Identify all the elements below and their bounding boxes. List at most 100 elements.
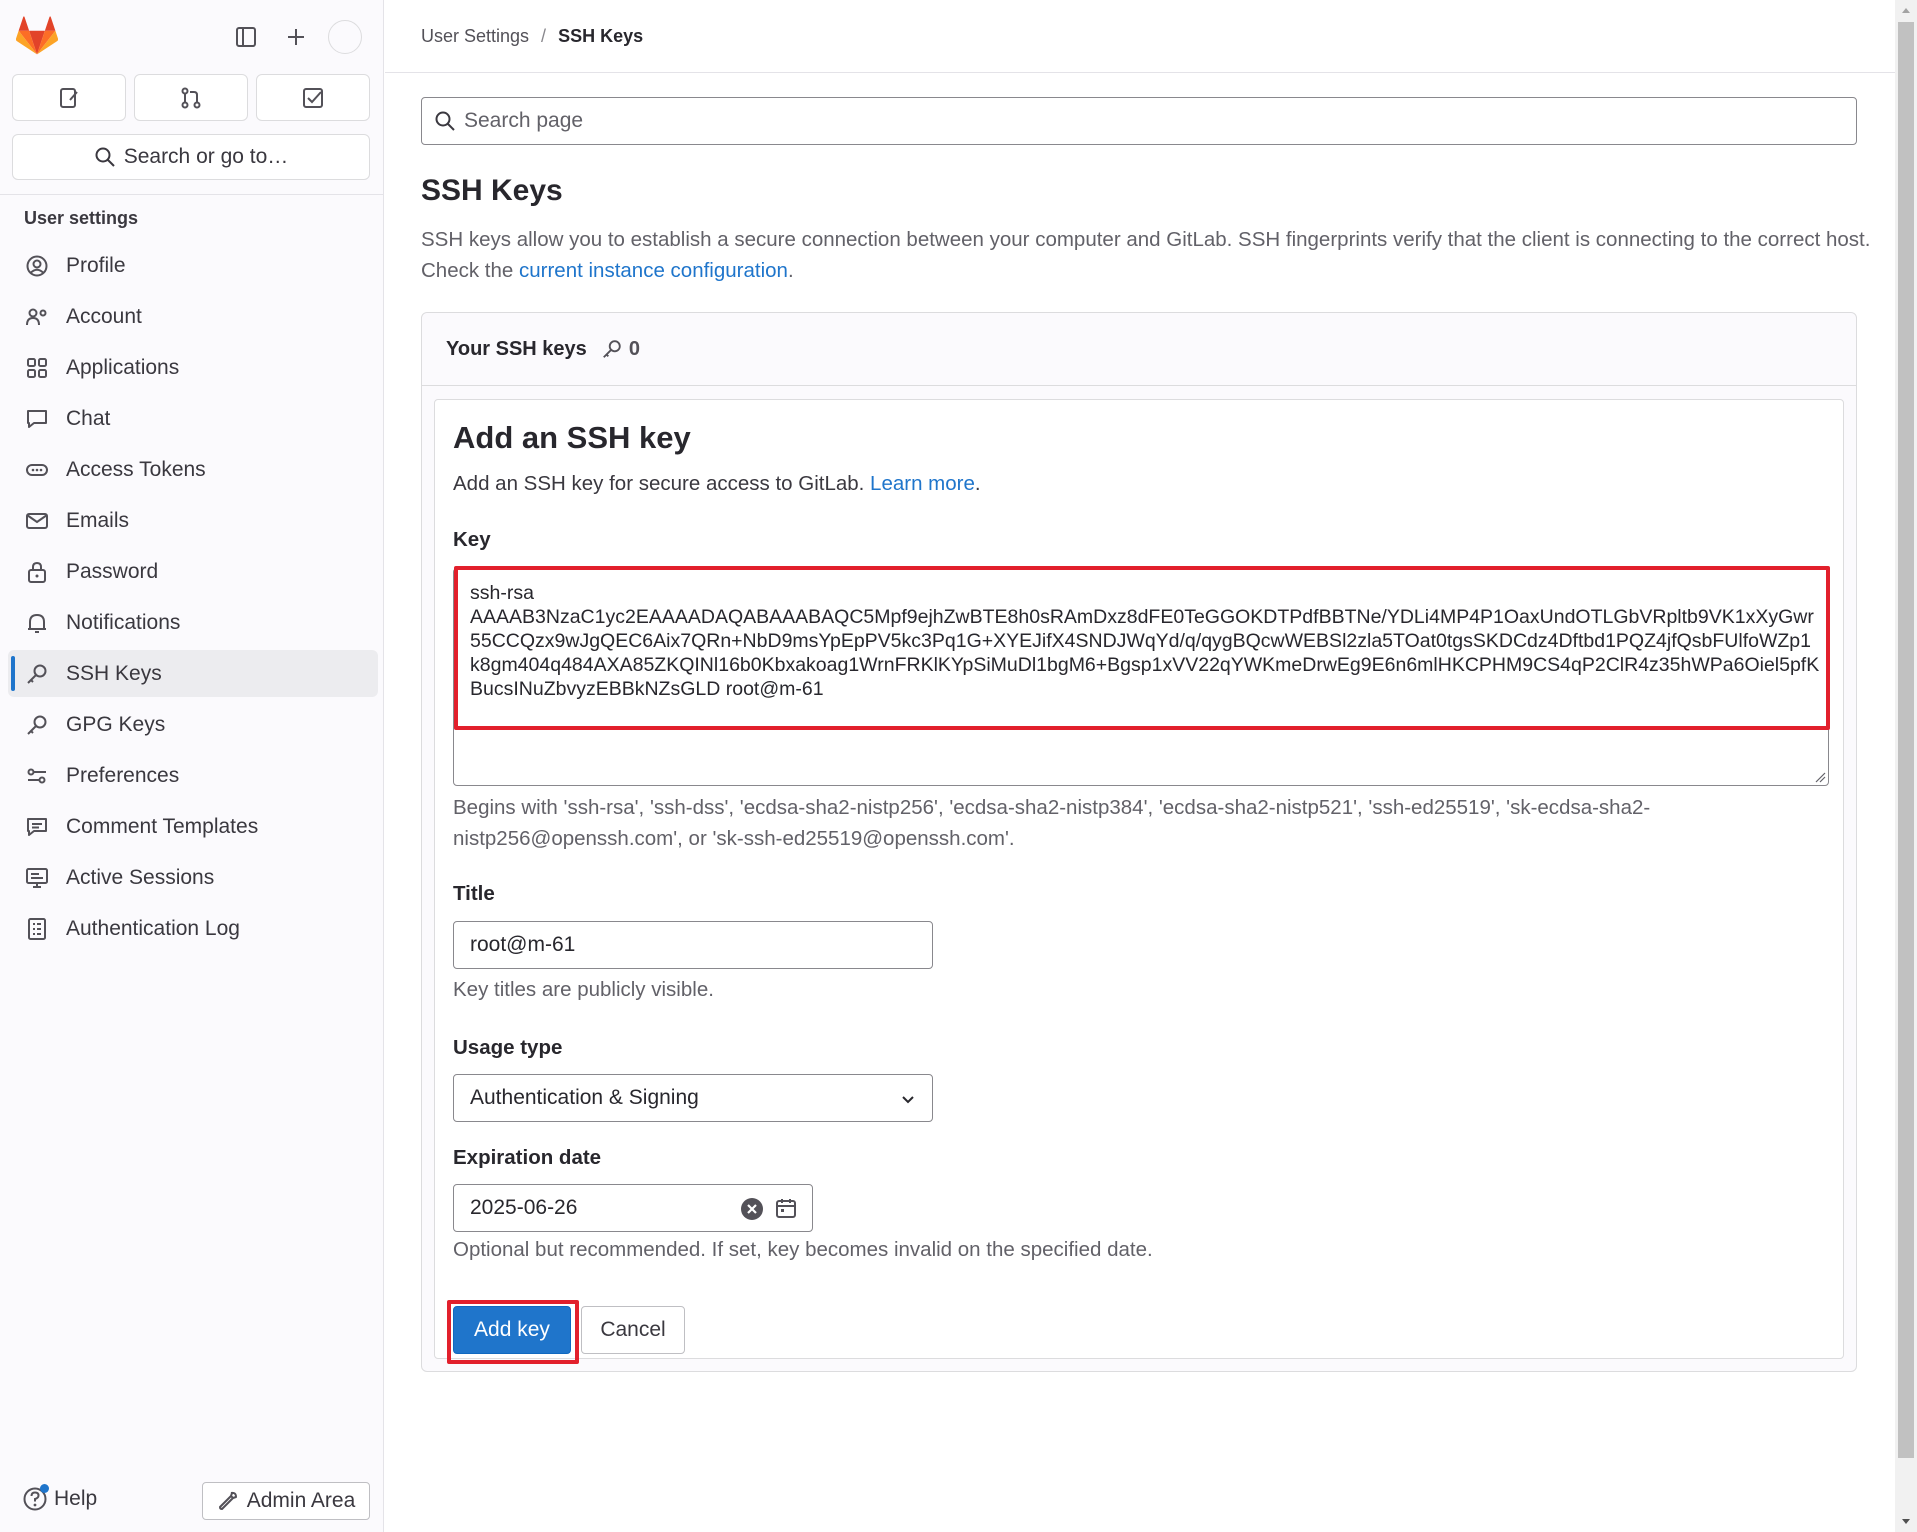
sidebar-item-notifications[interactable]: Notifications [8, 599, 378, 646]
key-count: 0 [628, 337, 640, 360]
breadcrumb-user-settings[interactable]: User Settings [421, 26, 529, 47]
usage-type-select[interactable]: Authentication & Signing [453, 1074, 933, 1122]
sidebar-item-active-sessions[interactable]: Active Sessions [8, 854, 378, 901]
scrollbar-thumb[interactable] [1898, 22, 1914, 1458]
search-page-placeholder: Search page [464, 109, 584, 132]
toggle-sidebar-icon[interactable] [228, 19, 264, 55]
gitlab-logo-icon[interactable] [16, 16, 58, 56]
sidebar-item-authentication-log[interactable]: Authentication Log [8, 905, 378, 952]
breadcrumb-ssh-keys[interactable]: SSH Keys [558, 26, 643, 47]
sidebar-item-profile[interactable]: Profile [8, 242, 378, 289]
sidebar-item-account[interactable]: Account [8, 293, 378, 340]
global-search-button[interactable]: Search or go to… [12, 134, 370, 180]
usage-type-label: Usage type [453, 1036, 563, 1059]
merge-requests-button[interactable] [134, 74, 248, 121]
title-input-value: root@m-61 [470, 933, 576, 956]
sidebar-item-comment-templates[interactable]: Comment Templates [8, 803, 378, 850]
search-icon [435, 111, 455, 131]
bell-icon [24, 610, 50, 636]
usage-type-value: Authentication & Signing [470, 1086, 699, 1109]
chat-icon [24, 406, 50, 432]
preferences-icon [24, 763, 50, 789]
admin-area-label: Admin Area [246, 1489, 356, 1512]
ssh-keys-card: Your SSH keys 0 Add an SSH key Add an SS… [421, 312, 1857, 1372]
sidebar-item-applications[interactable]: Applications [8, 344, 378, 391]
comment-icon [24, 814, 50, 840]
sidebar-item-gpg-keys[interactable]: GPG Keys [8, 701, 378, 748]
lock-icon [24, 559, 50, 585]
form-subtitle-end: . [974, 472, 981, 495]
create-new-icon[interactable] [278, 19, 314, 55]
sidebar-divider [0, 194, 384, 195]
key-count-badge: 0 [601, 338, 640, 361]
sidebar: Search or go to… User settings Profile A… [0, 0, 384, 1532]
page-scrollbar[interactable] [1895, 0, 1917, 1532]
settings-nav: Profile Account Applications Chat Access… [8, 242, 378, 956]
sidebar-item-label: Account [66, 304, 142, 328]
search-page-input[interactable]: Search page [421, 97, 1857, 145]
sidebar-item-label: Active Sessions [66, 865, 215, 889]
main-content: User Settings / SSH Keys Search page SSH… [385, 0, 1895, 1532]
expiration-help-text: Optional but recommended. If set, key be… [453, 1238, 1153, 1261]
sidebar-item-label: Preferences [66, 763, 180, 787]
sidebar-item-label: Emails [66, 508, 130, 532]
token-icon [24, 457, 50, 483]
form-subtitle: Add an SSH key for secure access to GitL… [453, 472, 981, 496]
sidebar-item-label: Access Tokens [66, 457, 206, 481]
key-icon [24, 712, 50, 738]
help-notification-dot [40, 1484, 49, 1493]
wrench-icon [218, 1491, 237, 1510]
add-key-button[interactable]: Add key [453, 1306, 571, 1354]
ssh-keys-card-header: Your SSH keys 0 [422, 313, 1856, 386]
sidebar-item-preferences[interactable]: Preferences [8, 752, 378, 799]
profile-icon [24, 253, 50, 279]
sidebar-item-label: Profile [66, 253, 126, 277]
title-help-text: Key titles are publicly visible. [453, 978, 714, 1001]
scroll-up-icon[interactable] [1895, 0, 1917, 20]
instance-configuration-link[interactable]: current instance configuration [519, 259, 788, 282]
expiration-date-value: 2025-06-26 [470, 1196, 578, 1219]
calendar-icon[interactable] [774, 1196, 798, 1220]
key-icon [602, 340, 621, 358]
add-ssh-key-form: Add an SSH key Add an SSH key for secure… [434, 399, 1844, 1364]
issues-button[interactable] [12, 74, 126, 121]
chevron-down-icon [902, 1096, 914, 1104]
sidebar-item-label: SSH Keys [66, 661, 162, 685]
log-icon [24, 916, 50, 942]
sidebar-item-emails[interactable]: Emails [8, 497, 378, 544]
issues-icon [60, 87, 78, 108]
sidebar-footer: Help Admin Area [0, 1480, 384, 1524]
email-icon [24, 508, 50, 534]
expiration-date-input[interactable]: 2025-06-26 [453, 1184, 813, 1232]
sidebar-item-label: Authentication Log [66, 916, 240, 940]
help-label: Help [54, 1487, 98, 1510]
sidebar-item-chat[interactable]: Chat [8, 395, 378, 442]
todo-button[interactable] [256, 74, 370, 121]
sidebar-item-label: Applications [66, 355, 180, 379]
cancel-button[interactable]: Cancel [581, 1306, 685, 1354]
sidebar-item-password[interactable]: Password [8, 548, 378, 595]
learn-more-link[interactable]: Learn more [870, 472, 975, 495]
sidebar-quick-actions [12, 74, 370, 121]
page-description: SSH keys allow you to establish a secure… [421, 224, 1871, 286]
scroll-down-icon[interactable] [1895, 1512, 1917, 1532]
title-label: Title [453, 882, 495, 905]
clear-icon[interactable] [740, 1197, 764, 1221]
admin-area-button[interactable]: Admin Area [202, 1482, 370, 1520]
sidebar-item-access-tokens[interactable]: Access Tokens [8, 446, 378, 493]
sidebar-item-label: GPG Keys [66, 712, 166, 736]
sidebar-item-ssh-keys[interactable]: SSH Keys [8, 650, 378, 697]
page-description-end: . [787, 259, 794, 282]
applications-icon [24, 355, 50, 381]
user-avatar[interactable] [328, 20, 362, 54]
monitor-icon [24, 865, 50, 891]
sidebar-item-label: Password [66, 559, 159, 583]
global-search-label: Search or go to… [123, 145, 289, 168]
breadcrumb: User Settings / SSH Keys [385, 0, 1895, 73]
key-help-text: Begins with 'ssh-rsa', 'ssh-dss', 'ecdsa… [453, 796, 1651, 850]
key-label: Key [453, 528, 491, 551]
title-input[interactable]: root@m-61 [453, 921, 933, 969]
resize-handle-icon[interactable] [1814, 771, 1826, 783]
breadcrumb-separator: / [541, 25, 547, 46]
help-button[interactable]: Help [22, 1484, 98, 1512]
